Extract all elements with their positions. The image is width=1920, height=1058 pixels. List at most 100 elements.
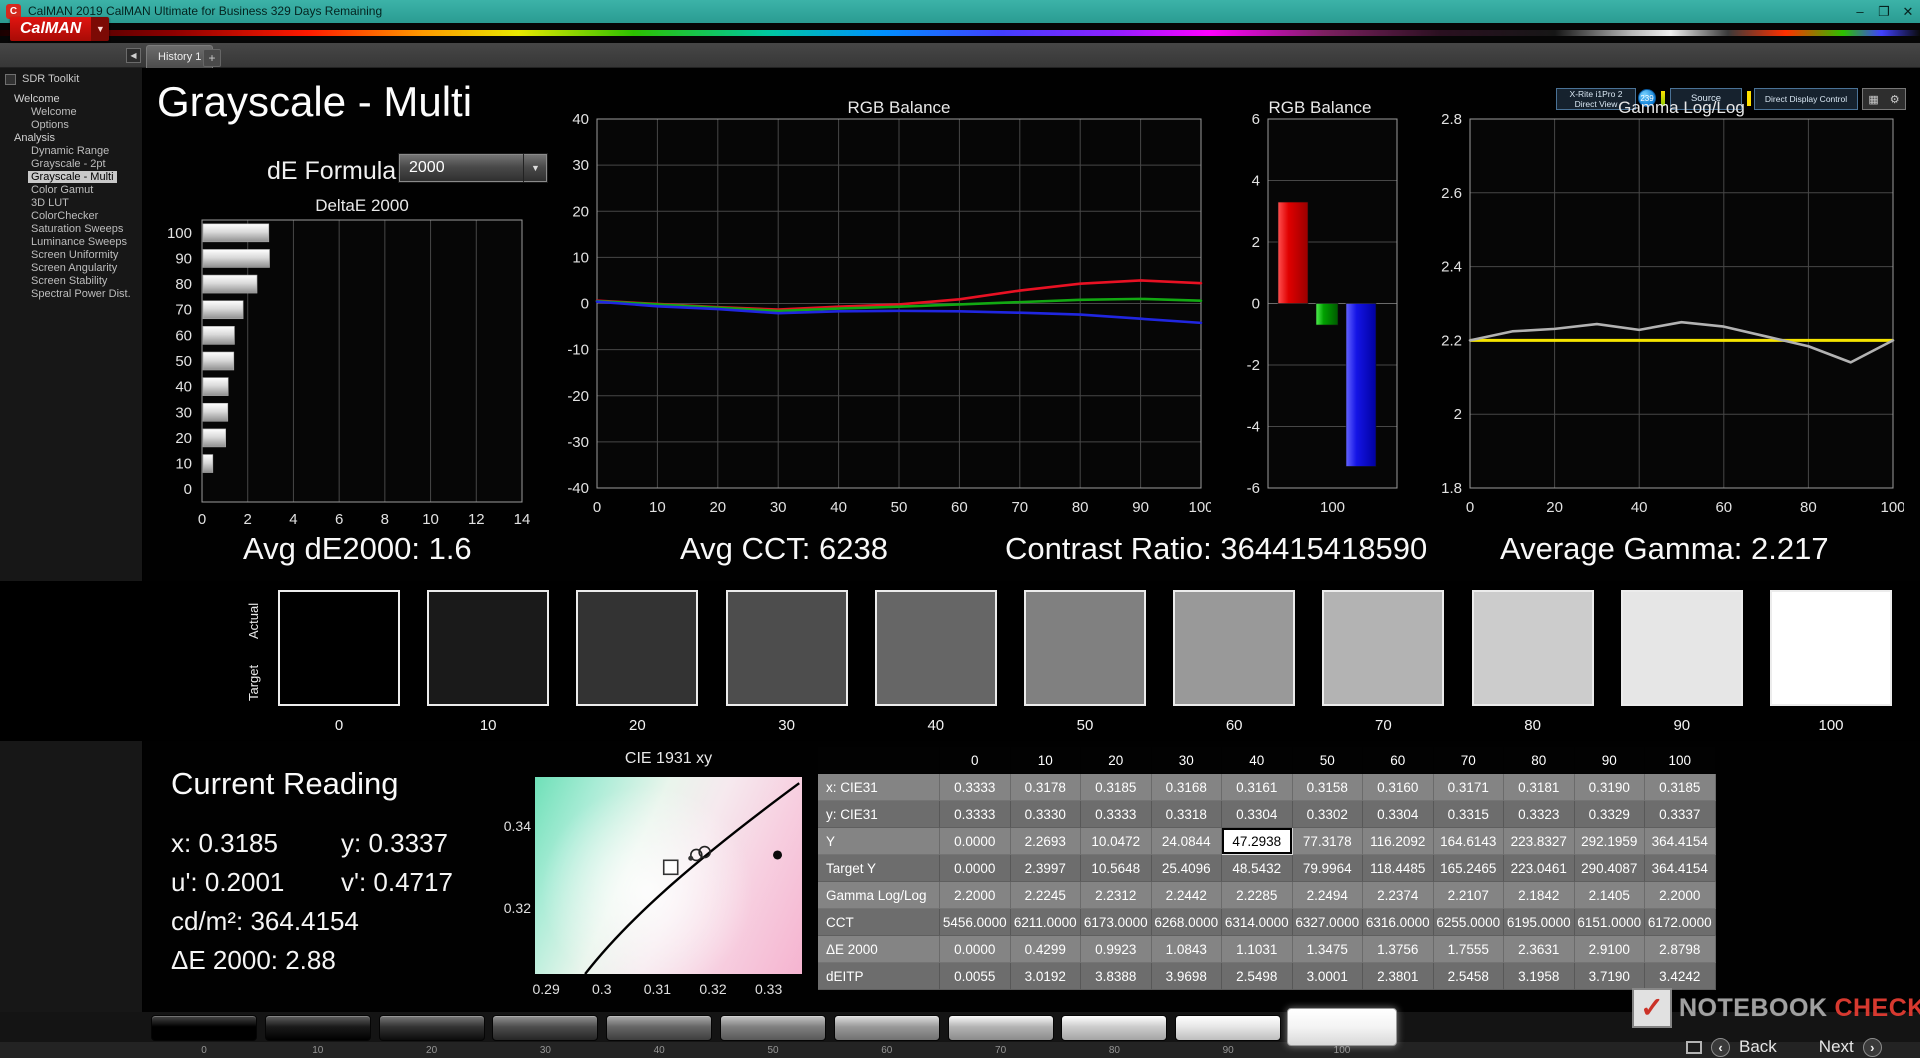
grayscale-level-button-30[interactable] [492,1015,598,1041]
sidebar-item-welcome[interactable]: Welcome [0,106,142,119]
table-cell[interactable]: 2.1842 [1504,882,1575,909]
table-cell[interactable]: 2.2285 [1222,882,1293,909]
table-cell[interactable]: 0.3168 [1152,774,1223,801]
sidebar-item-colorchecker[interactable]: ColorChecker [0,210,142,223]
table-cell[interactable]: 6173.0000 [1081,909,1152,936]
table-cell[interactable]: 79.9964 [1293,855,1364,882]
table-cell[interactable]: 0.3333 [1081,801,1152,828]
grayscale-level-button-70[interactable] [948,1015,1054,1041]
table-cell[interactable]: 1.3475 [1293,936,1364,963]
table-cell[interactable]: 0.0000 [940,828,1011,855]
table-cell[interactable]: 3.9698 [1152,963,1223,990]
grayscale-level-button-90[interactable] [1175,1015,1281,1041]
de-formula-select[interactable]: 2000 ▼ [398,153,548,183]
calman-logo-menu[interactable]: CalMAN ▼ [10,17,109,41]
table-cell[interactable]: 164.6143 [1434,828,1505,855]
grayscale-level-button-0[interactable] [151,1015,257,1041]
table-cell[interactable]: 0.9923 [1081,936,1152,963]
table-cell[interactable]: 0.3330 [1011,801,1082,828]
table-cell[interactable]: 0.0000 [940,855,1011,882]
window-icon[interactable] [1686,1041,1702,1054]
grayscale-level-button-10[interactable] [265,1015,371,1041]
sidebar-item-3d-lut[interactable]: 3D LUT [0,197,142,210]
table-cell[interactable]: 6316.0000 [1363,909,1434,936]
table-cell[interactable]: 0.3304 [1363,801,1434,828]
table-cell[interactable]: 0.3333 [940,801,1011,828]
table-cell[interactable]: 1.0843 [1152,936,1223,963]
minimize-button[interactable]: – [1848,0,1872,23]
table-cell[interactable]: 290.4087 [1575,855,1646,882]
table-cell[interactable]: 2.9100 [1575,936,1646,963]
table-cell[interactable]: 0.3323 [1504,801,1575,828]
sidebar-collapse-button[interactable]: ◀ [126,48,141,63]
table-cell[interactable]: 1.7555 [1434,936,1505,963]
table-cell[interactable]: 24.0844 [1152,828,1223,855]
table-cell[interactable]: 364.4154 [1645,855,1716,882]
table-cell[interactable]: 6314.0000 [1222,909,1293,936]
table-cell[interactable]: 0.3178 [1011,774,1082,801]
table-cell[interactable]: 2.2107 [1434,882,1505,909]
table-cell[interactable]: 0.3158 [1293,774,1364,801]
table-cell[interactable]: 2.2693 [1011,828,1082,855]
table-cell[interactable]: 2.2000 [940,882,1011,909]
table-cell[interactable]: 0.3190 [1575,774,1646,801]
table-cell[interactable]: 0.3315 [1434,801,1505,828]
sidebar-item-options[interactable]: Options [0,119,142,132]
table-cell[interactable]: 0.3329 [1575,801,1646,828]
table-cell[interactable]: 6211.0000 [1011,909,1082,936]
table-cell[interactable]: 3.0001 [1293,963,1364,990]
table-cell[interactable]: 2.2442 [1152,882,1223,909]
sidebar-item-dynamic-range[interactable]: Dynamic Range [0,145,142,158]
sidebar-section-welcome[interactable]: Welcome [0,93,142,106]
table-cell[interactable]: 165.2465 [1434,855,1505,882]
table-cell[interactable]: 0.3181 [1504,774,1575,801]
table-cell[interactable]: 6195.0000 [1504,909,1575,936]
grayscale-level-button-80[interactable] [1061,1015,1167,1041]
table-cell[interactable]: 0.3161 [1222,774,1293,801]
grayscale-level-button-60[interactable] [834,1015,940,1041]
table-cell[interactable]: 0.3337 [1645,801,1716,828]
table-cell[interactable]: 223.8327 [1504,828,1575,855]
table-cell[interactable]: 2.3997 [1011,855,1082,882]
table-cell[interactable]: 3.7190 [1575,963,1646,990]
table-cell[interactable]: 6172.0000 [1645,909,1716,936]
table-cell[interactable]: 0.3318 [1152,801,1223,828]
sidebar-item-screen-uniformity[interactable]: Screen Uniformity [0,249,142,262]
table-cell[interactable]: 10.0472 [1081,828,1152,855]
table-cell[interactable]: 0.3302 [1293,801,1364,828]
table-cell[interactable]: 0.3160 [1363,774,1434,801]
add-tab-button[interactable]: + [203,49,221,67]
sidebar-item-color-gamut[interactable]: Color Gamut [0,184,142,197]
table-cell[interactable]: 3.8388 [1081,963,1152,990]
table-cell[interactable]: 48.5432 [1222,855,1293,882]
table-cell[interactable]: 116.2092 [1363,828,1434,855]
sidebar-section-analysis[interactable]: Analysis [0,132,142,145]
table-cell[interactable]: 2.2245 [1011,882,1082,909]
table-cell[interactable]: 0.3185 [1081,774,1152,801]
grayscale-level-button-40[interactable] [606,1015,712,1041]
table-cell[interactable]: 6151.0000 [1575,909,1646,936]
table-cell[interactable]: 25.4096 [1152,855,1223,882]
sidebar-item-spectral-power-dist[interactable]: Spectral Power Dist. [0,288,142,301]
table-cell[interactable]: 5456.0000 [940,909,1011,936]
next-arrow-icon[interactable]: › [1863,1038,1882,1057]
table-cell[interactable]: 2.2000 [1645,882,1716,909]
sidebar-item-saturation-sweeps[interactable]: Saturation Sweeps [0,223,142,236]
sidebar-item-luminance-sweeps[interactable]: Luminance Sweeps [0,236,142,249]
back-arrow-icon[interactable]: ‹ [1711,1038,1730,1057]
table-cell[interactable]: 0.3171 [1434,774,1505,801]
table-cell[interactable]: 1.3756 [1363,936,1434,963]
table-cell[interactable]: 2.3631 [1504,936,1575,963]
table-cell[interactable]: 0.4299 [1011,936,1082,963]
table-cell[interactable]: 1.1031 [1222,936,1293,963]
table-cell[interactable]: 2.3801 [1363,963,1434,990]
table-cell[interactable]: 6327.0000 [1293,909,1364,936]
table-cell[interactable]: 2.1405 [1575,882,1646,909]
sidebar-item-screen-stability[interactable]: Screen Stability [0,275,142,288]
table-cell[interactable]: 0.3333 [940,774,1011,801]
maximize-button[interactable]: ❐ [1872,0,1896,23]
sidebar-item-grayscale-2pt[interactable]: Grayscale - 2pt [0,158,142,171]
table-cell[interactable]: 0.0055 [940,963,1011,990]
table-cell[interactable]: 6255.0000 [1434,909,1505,936]
table-cell[interactable]: 0.0000 [940,936,1011,963]
